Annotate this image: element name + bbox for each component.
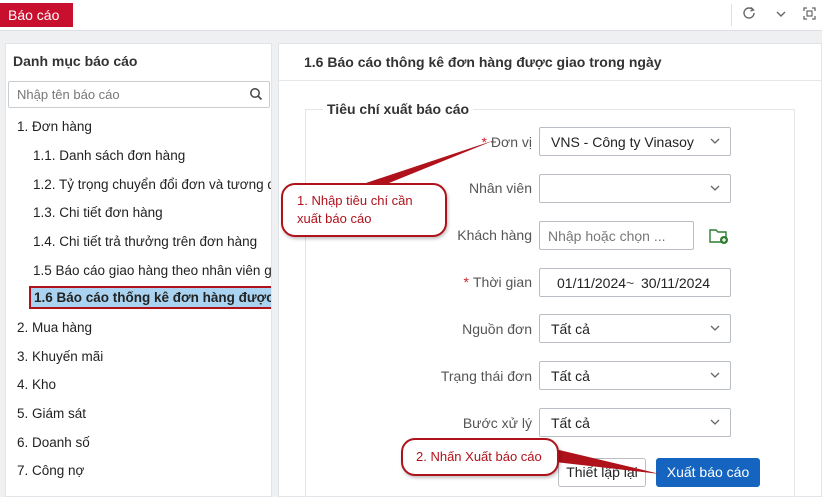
report-title: 1.6 Báo cáo thông kê đơn hàng được giao … [304, 54, 662, 70]
chevron-down-icon [710, 185, 720, 191]
khach-hang-input[interactable]: Nhập hoặc chọn ... [539, 221, 694, 250]
required-asterisk: * [463, 274, 469, 290]
tree-group-cong-no[interactable]: 7. Công nợ [17, 463, 84, 478]
folder-add-icon[interactable] [709, 227, 729, 245]
date-from[interactable]: 01/11/2024 [557, 275, 626, 291]
report-header: 1.6 Báo cáo thông kê đơn hàng được giao … [279, 44, 822, 81]
chevron-down-icon [710, 138, 720, 144]
fullscreen-icon[interactable] [798, 6, 820, 26]
required-asterisk: * [481, 134, 487, 150]
tree-group-khuyen-mai[interactable]: 3. Khuyến mãi [17, 349, 103, 364]
tree-group-giam-sat[interactable]: 5. Giám sát [17, 406, 86, 421]
nguon-don-select[interactable]: Tất cả [539, 314, 731, 343]
buoc-xu-ly-select[interactable]: Tất cả [539, 408, 731, 437]
nguon-don-label: Nguồn đơn [462, 321, 532, 337]
chevron-down-icon [710, 325, 720, 331]
search-icon[interactable] [249, 87, 263, 101]
tree-item-1-5[interactable]: 1.5 Báo cáo giao hàng theo nhân viên gia… [33, 263, 271, 278]
tree-group-doanh-so[interactable]: 6. Doanh số [17, 435, 90, 450]
trang-thai-don-select[interactable]: Tất cả [539, 361, 731, 390]
chevron-down-icon[interactable] [770, 6, 792, 26]
tree-item-1-1[interactable]: 1.1. Danh sách đơn hàng [33, 148, 185, 163]
buoc-xu-ly-value: Tất cả [551, 415, 590, 431]
callout-step-1: 1. Nhập tiêu chí cần xuất báo cáo [281, 183, 447, 237]
don-vi-select[interactable]: VNS - Công ty Vinasoy [539, 127, 731, 156]
reset-button[interactable]: Thiết lập lại [558, 458, 646, 487]
trang-thai-don-label: Trạng thái đơn [440, 368, 532, 384]
top-bar: Báo cáo [0, 0, 822, 31]
khach-hang-label: Khách hàng [457, 227, 532, 243]
tree-item-1-3[interactable]: 1.3. Chi tiết đơn hàng [33, 205, 163, 220]
chevron-down-icon [710, 419, 720, 425]
date-separator: ~ [626, 275, 635, 291]
export-report-button[interactable]: Xuất báo cáo [656, 458, 760, 487]
tree-item-1-2[interactable]: 1.2. Tỷ trọng chuyển đổi đơn và tương qu… [33, 177, 271, 192]
thoi-gian-label: * Thời gian [463, 274, 532, 290]
report-search-input[interactable] [9, 82, 229, 107]
date-to[interactable]: 30/11/2024 [641, 275, 710, 291]
chevron-down-icon [710, 372, 720, 378]
tree-item-1-4[interactable]: 1.4. Chi tiết trả thưởng trên đơn hàng [33, 234, 257, 249]
callout-1-line-2: xuất báo cáo [297, 211, 372, 226]
tree-group-don-hang[interactable]: 1. Đơn hàng [17, 119, 92, 134]
report-search-box[interactable] [8, 81, 270, 108]
nhan-vien-label: Nhân viên [468, 180, 532, 196]
trang-thai-don-value: Tất cả [551, 368, 590, 384]
khach-hang-placeholder: Nhập hoặc chọn ... [548, 228, 666, 244]
tree-item-1-6-selected[interactable]: 1.6 Báo cáo thống kê đơn hàng được giao … [29, 286, 271, 309]
tree-group-kho[interactable]: 4. Kho [17, 377, 56, 392]
buoc-xu-ly-label: Bước xử lý [462, 415, 532, 431]
callout-step-2: 2. Nhấn Xuất báo cáo [401, 438, 559, 476]
report-detail-panel: 1.6 Báo cáo thông kê đơn hàng được giao … [278, 43, 822, 497]
nguon-don-value: Tất cả [551, 321, 590, 337]
don-vi-value: VNS - Công ty Vinasoy [551, 134, 694, 150]
tab-bao-cao[interactable]: Báo cáo [0, 3, 74, 27]
topbar-divider [731, 4, 732, 26]
callout-1-line-1: 1. Nhập tiêu chí cần [297, 193, 413, 208]
report-category-panel: Danh mục báo cáo 1. Đơn hàng 1.1. Danh s… [5, 43, 272, 497]
thoi-gian-range-picker[interactable]: 01/11/2024 ~ 30/11/2024 [539, 268, 731, 297]
tree-group-mua-hang[interactable]: 2. Mua hàng [17, 320, 92, 335]
callout-2-text: 2. Nhấn Xuất báo cáo [416, 449, 542, 464]
refresh-icon[interactable] [738, 6, 760, 26]
don-vi-label: * Đơn vị [481, 134, 532, 150]
criteria-title: Tiêu chí xuất báo cáo [323, 101, 474, 117]
nhan-vien-select[interactable] [539, 174, 731, 203]
panel-title: Danh mục báo cáo [13, 53, 138, 69]
